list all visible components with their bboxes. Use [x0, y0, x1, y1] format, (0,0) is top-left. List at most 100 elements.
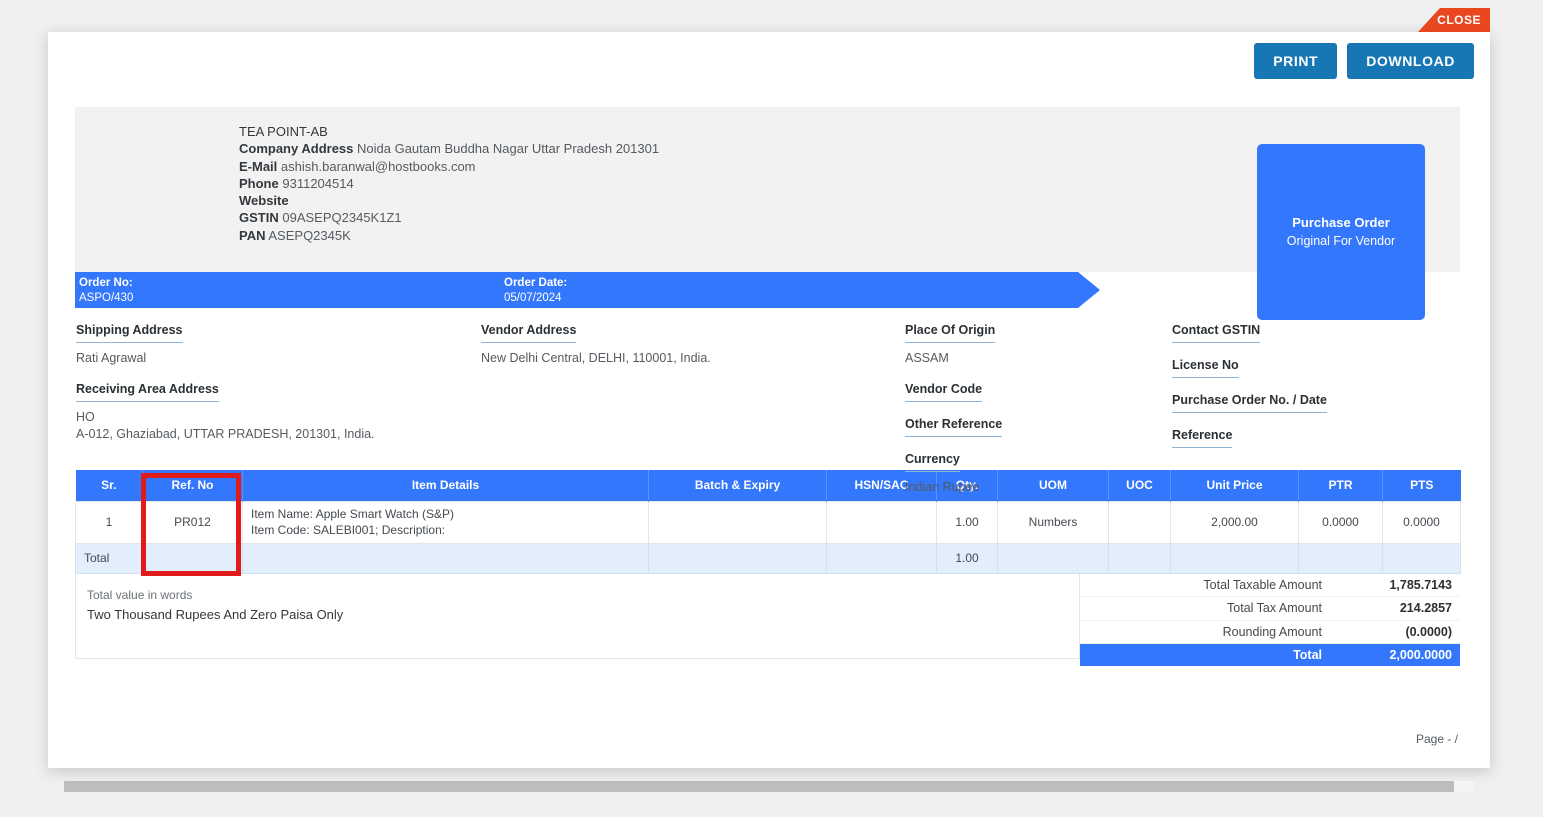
- grand-total-value: 2,000.0000: [1389, 648, 1452, 662]
- total-tax-amount-row: Total Tax Amount 214.2857: [1080, 597, 1460, 621]
- cell-hsn-sac: [826, 500, 937, 544]
- order-date-value: 05/07/2024: [504, 291, 562, 304]
- cell-batch-expiry: [648, 500, 827, 544]
- details-column-2: Vendor Address New Delhi Central, DELHI,…: [481, 321, 711, 370]
- items-table-header-row: Sr. Ref. No Item Details Batch & Expiry …: [75, 470, 1461, 501]
- total-taxable-amount-value: 1,785.7143: [1389, 577, 1452, 592]
- receiving-area-line2: A-012, Ghaziabad, UTTAR PRADESH, 201301,…: [76, 427, 375, 441]
- close-button[interactable]: CLOSE: [1418, 8, 1490, 32]
- details-column-4: Contact GSTIN License No Purchase Order …: [1172, 321, 1327, 452]
- contact-gstin-label: Contact GSTIN: [1172, 323, 1261, 343]
- currency-field: Currency Indian Rupee: [905, 450, 1002, 495]
- total-row-uom: [997, 542, 1109, 574]
- reference-field: Reference: [1172, 426, 1327, 448]
- company-email-value: ashish.baranwal@hostbooks.com: [280, 158, 476, 174]
- order-no-value: ASPO/430: [79, 291, 134, 304]
- purchase-order-document: TEA POINT-AB Company Address Noida Gauta…: [75, 107, 1461, 666]
- total-tax-amount-value: 214.2857: [1399, 601, 1452, 616]
- company-pan-value: ASEPQ2345K: [268, 227, 351, 243]
- column-header-unit-price[interactable]: Unit Price: [1170, 470, 1299, 501]
- amount-in-words-box: Total value in words Two Thousand Rupees…: [75, 573, 1080, 659]
- document-preview-modal: PRINT DOWNLOAD TEA POINT-AB Company Addr…: [48, 32, 1490, 792]
- vendor-code-field: Vendor Code: [905, 380, 1002, 402]
- license-no-label: License No: [1172, 358, 1239, 378]
- order-date-label: Order Date:: [504, 277, 568, 289]
- rounding-amount-row: Rounding Amount (0.0000): [1080, 621, 1460, 644]
- cell-uoc: [1108, 500, 1171, 544]
- column-header-pts[interactable]: PTS: [1382, 470, 1461, 501]
- total-row-uoc: [1108, 542, 1171, 574]
- column-header-uoc[interactable]: UOC: [1108, 470, 1171, 501]
- purchase-order-no-date-field: Purchase Order No. / Date: [1172, 391, 1327, 413]
- download-button[interactable]: DOWNLOAD: [1347, 43, 1474, 79]
- rounding-amount-label: Rounding Amount: [1222, 624, 1322, 639]
- other-reference-field: Other Reference: [905, 415, 1003, 437]
- horizontal-scrollbar[interactable]: [64, 781, 1474, 792]
- column-header-ptr[interactable]: PTR: [1298, 470, 1383, 501]
- document-type-subtitle: Original For Vendor: [1286, 234, 1396, 248]
- other-reference-label: Other Reference: [905, 417, 1003, 437]
- total-taxable-amount-row: Total Taxable Amount 1,785.7143: [1080, 574, 1460, 597]
- cell-qty: 1.00: [936, 500, 998, 544]
- total-row-unit-price: [1170, 542, 1299, 574]
- column-header-ref-no[interactable]: Ref. No: [142, 470, 243, 501]
- order-no-label: Order No:: [79, 277, 133, 289]
- items-table: Sr. Ref. No Item Details Batch & Expiry …: [75, 470, 1461, 574]
- column-header-uom[interactable]: UOM: [997, 470, 1109, 501]
- column-header-batch-expiry[interactable]: Batch & Expiry: [648, 470, 827, 501]
- company-email-label: E-Mail: [239, 158, 278, 174]
- cell-ptr: 0.0000: [1298, 500, 1383, 544]
- summary-section: Total value in words Two Thousand Rupees…: [75, 573, 1460, 666]
- currency-value: Indian Rupee: [905, 480, 980, 494]
- vendor-address-label: Vendor Address: [481, 323, 577, 343]
- document-type-title: Purchase Order: [1292, 215, 1390, 230]
- details-column-3: Place Of Origin ASSAM Vendor Code Other …: [905, 321, 1003, 499]
- cell-pts: 0.0000: [1382, 500, 1461, 544]
- amount-in-words-label: Total value in words: [87, 587, 193, 602]
- table-row: 1 PR012 Item Name: Apple Smart Watch (S&…: [75, 500, 1461, 544]
- table-total-row: Total 1.00: [75, 542, 1461, 574]
- column-header-item-details[interactable]: Item Details: [242, 470, 649, 501]
- place-of-origin-field: Place Of Origin ASSAM: [905, 321, 1002, 366]
- vendor-address-field: Vendor Address New Delhi Central, DELHI,…: [481, 321, 711, 366]
- vendor-address-value: New Delhi Central, DELHI, 110001, India.: [481, 351, 711, 365]
- cell-unit-price: 2,000.00: [1170, 500, 1299, 544]
- purchase-order-no-date-label: Purchase Order No. / Date: [1172, 393, 1327, 413]
- shipping-address-value: Rati Agrawal: [76, 351, 147, 365]
- company-phone-value: 9311204514: [282, 175, 354, 191]
- company-phone-label: Phone: [239, 175, 279, 191]
- total-row-ptr: [1298, 542, 1383, 574]
- contact-gstin-field: Contact GSTIN: [1172, 321, 1327, 343]
- document-type-badge: Purchase Order Original For Vendor: [1257, 144, 1425, 320]
- amount-in-words-value: Two Thousand Rupees And Zero Paisa Only: [87, 606, 344, 622]
- receiving-area-field: Receiving Area Address HO A-012, Ghaziab…: [76, 380, 375, 442]
- total-row-batch-expiry: [648, 542, 827, 574]
- print-button[interactable]: PRINT: [1254, 43, 1338, 79]
- receiving-area-label: Receiving Area Address: [76, 382, 219, 402]
- total-row-qty: 1.00: [936, 542, 998, 574]
- column-header-sr[interactable]: Sr.: [75, 470, 143, 501]
- company-address-value: Noida Gautam Buddha Nagar Uttar Pradesh …: [357, 141, 660, 157]
- horizontal-scrollbar-thumb[interactable]: [64, 781, 1454, 792]
- shipping-address-label: Shipping Address: [76, 323, 183, 343]
- company-gstin-value: 09ASEPQ2345K1Z1: [282, 210, 402, 226]
- company-name: TEA POINT-AB: [239, 124, 328, 139]
- company-website-label: Website: [239, 193, 289, 209]
- item-name: Item Name: Apple Smart Watch (S&P): [251, 506, 454, 521]
- currency-label: Currency: [905, 452, 960, 472]
- company-address-label: Company Address: [239, 141, 354, 157]
- order-no-block: Order No: ASPO/430: [79, 276, 504, 308]
- company-header-band: TEA POINT-AB Company Address Noida Gauta…: [75, 107, 1460, 320]
- total-row-pts: [1382, 542, 1461, 574]
- total-row-hsn-sac: [826, 542, 937, 574]
- order-date-block: Order Date: 05/07/2024: [504, 276, 567, 308]
- total-row-item-details: [242, 542, 649, 574]
- item-code: Item Code: SALEBI001; Description:: [251, 523, 446, 537]
- cell-item-details: Item Name: Apple Smart Watch (S&P) Item …: [242, 500, 649, 544]
- total-tax-amount-label: Total Tax Amount: [1227, 601, 1322, 616]
- details-column-1: Shipping Address Rati Agrawal Receiving …: [76, 321, 375, 446]
- cell-sr: 1: [75, 500, 143, 544]
- totals-box: Total Taxable Amount 1,785.7143 Total Ta…: [1080, 574, 1460, 666]
- grand-total-row: Total 2,000.0000: [1080, 644, 1460, 666]
- page-number-footer: Page - /: [1415, 732, 1458, 746]
